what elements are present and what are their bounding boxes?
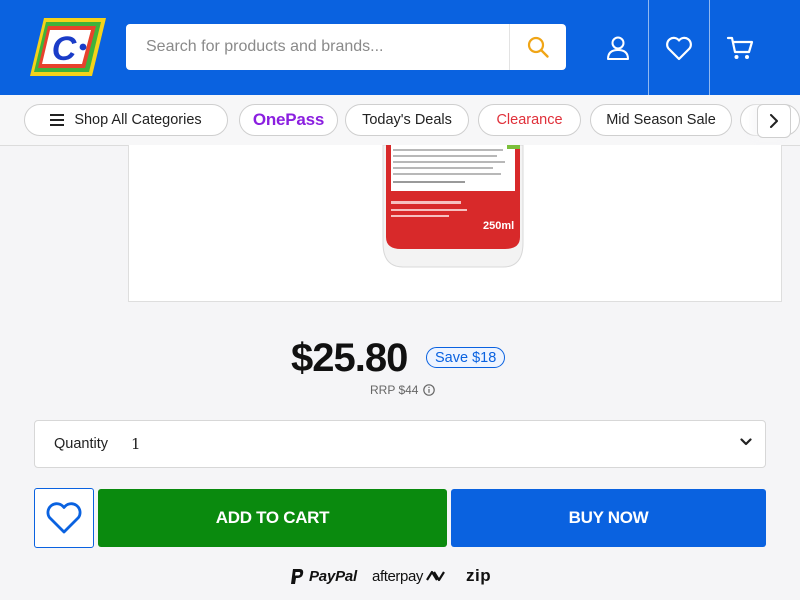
- account-icon: [607, 36, 629, 60]
- site-logo[interactable]: C: [28, 16, 110, 78]
- add-to-wishlist-button[interactable]: [34, 488, 94, 548]
- search-button[interactable]: [510, 24, 566, 70]
- cart-button[interactable]: [710, 0, 770, 95]
- account-button[interactable]: [588, 0, 648, 95]
- buy-now-button[interactable]: BUY NOW: [451, 489, 766, 547]
- afterpay-text: afterpay: [372, 567, 423, 585]
- quantity-label: Quantity: [54, 436, 108, 452]
- heart-icon: [46, 502, 82, 534]
- chevron-right-icon: [770, 114, 778, 128]
- todays-deals-button[interactable]: Today's Deals: [345, 104, 469, 136]
- product-image[interactable]: 250ml: [128, 145, 782, 302]
- category-bar: Shop All Categories OnePass Today's Deal…: [0, 95, 800, 146]
- zip-logo: zip: [466, 565, 491, 587]
- save-badge: Save $18: [426, 347, 506, 368]
- wishlist-button[interactable]: [649, 0, 709, 95]
- category-label: Today's Deals: [362, 112, 452, 128]
- product-bottle-image: 250ml: [382, 145, 524, 268]
- category-label: Clearance: [496, 112, 563, 128]
- svg-text:250ml: 250ml: [483, 220, 514, 232]
- paypal-logo: PayPal: [290, 565, 357, 587]
- quantity-value: 1: [131, 435, 141, 453]
- afterpay-logo: afterpay: [372, 565, 447, 587]
- shop-all-categories-button[interactable]: Shop All Categories: [24, 104, 228, 136]
- info-icon[interactable]: [423, 384, 436, 396]
- paypal-text: PayPal: [309, 567, 358, 585]
- rrp-price: RRP $44: [370, 383, 436, 397]
- cart-icon: [726, 36, 754, 59]
- quantity-select[interactable]: Quantity 1: [34, 420, 766, 468]
- product-price: $25.80: [291, 336, 408, 380]
- category-label: Shop All Categories: [74, 112, 202, 128]
- zip-text: zip: [466, 566, 492, 585]
- chevron-down-icon: [740, 438, 752, 446]
- onepass-button[interactable]: OnePass: [239, 104, 338, 136]
- afterpay-arrows-icon: [426, 570, 445, 582]
- svg-text:C: C: [52, 30, 77, 68]
- rrp-text: RRP $44: [370, 383, 419, 397]
- menu-icon: [50, 114, 65, 126]
- category-next-button[interactable]: [757, 104, 791, 138]
- logo-icon: C: [30, 18, 106, 76]
- paypal-icon: [291, 568, 304, 584]
- search-input[interactable]: [126, 24, 508, 70]
- onepass-logo: OnePass: [252, 110, 325, 129]
- mid-season-sale-button[interactable]: Mid Season Sale: [590, 104, 732, 136]
- site-header: C: [0, 0, 800, 95]
- search-icon: [527, 36, 549, 58]
- heart-icon: [666, 36, 692, 60]
- clearance-button[interactable]: Clearance: [478, 104, 581, 136]
- search-bar: [126, 24, 566, 70]
- category-label: Mid Season Sale: [606, 112, 716, 128]
- add-to-cart-button[interactable]: ADD TO CART: [98, 489, 447, 547]
